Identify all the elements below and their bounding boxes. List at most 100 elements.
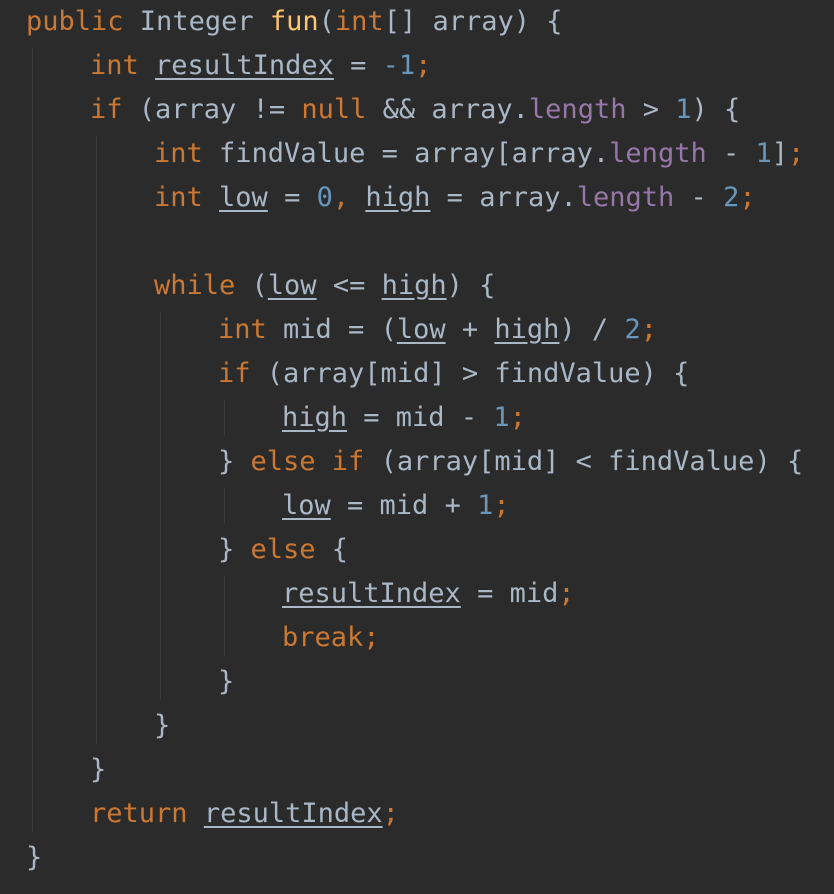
- code-line[interactable]: break;: [282, 616, 380, 660]
- code-token: if: [218, 358, 251, 389]
- code-token: int: [90, 50, 139, 81]
- code-line[interactable]: }: [154, 704, 170, 748]
- code-token: (: [318, 6, 335, 37]
- code-token: }: [218, 446, 251, 477]
- code-token: (array[mid] > findValue) {: [250, 358, 690, 389]
- code-token: <=: [316, 270, 382, 301]
- code-token: 2: [624, 314, 641, 345]
- code-token: && array.: [366, 94, 529, 125]
- code-line[interactable]: while (low <= high) {: [154, 264, 495, 308]
- code-line[interactable]: resultIndex = mid;: [282, 572, 575, 616]
- code-line[interactable]: if (array[mid] > findValue) {: [218, 352, 689, 396]
- code-token: mid = (: [266, 314, 397, 345]
- code-token: 1: [477, 490, 494, 521]
- code-line[interactable]: }: [90, 748, 106, 792]
- code-token: ,: [332, 182, 366, 213]
- code-token: -1: [382, 50, 416, 81]
- code-token: ) /: [559, 314, 625, 345]
- code-token: else if: [250, 446, 365, 477]
- code-token: public: [26, 6, 124, 37]
- code-line[interactable]: }: [218, 660, 234, 704]
- code-token: resultIndex: [203, 798, 383, 829]
- code-token: ;: [739, 182, 756, 213]
- code-token: resultIndex: [282, 578, 461, 609]
- code-token: length: [609, 138, 707, 169]
- code-token: }: [154, 710, 171, 741]
- code-token: 0: [316, 182, 333, 213]
- code-token: length: [576, 182, 675, 213]
- code-token: }: [218, 534, 251, 565]
- code-token: = mid +: [330, 490, 478, 521]
- code-token: fun: [269, 6, 319, 37]
- code-token: resultIndex: [155, 50, 334, 81]
- code-token: low: [219, 182, 268, 213]
- code-token: int: [218, 314, 267, 345]
- code-token: 1: [675, 94, 692, 125]
- code-token: ) {: [691, 94, 741, 125]
- code-token: =: [333, 50, 383, 81]
- code-token: ;: [493, 490, 510, 521]
- code-token: length: [528, 94, 627, 125]
- code-token: ;: [788, 138, 805, 169]
- code-token: [] array) {: [383, 6, 563, 37]
- code-token: findValue = array[array.: [202, 138, 610, 169]
- code-token: ;: [382, 798, 399, 829]
- code-line[interactable]: low = mid + 1;: [282, 484, 510, 528]
- code-token: Integer: [123, 6, 270, 37]
- code-token: break: [282, 622, 364, 653]
- code-editor[interactable]: public Integer fun(int[] array) {int res…: [0, 0, 834, 894]
- code-token: +: [445, 314, 495, 345]
- code-token: high: [282, 402, 348, 433]
- code-token: =: [267, 182, 317, 213]
- code-line[interactable]: public Integer fun(int[] array) {: [26, 0, 563, 44]
- code-token: (array !=: [122, 94, 302, 125]
- code-token: int: [154, 138, 203, 169]
- code-token: int: [154, 182, 203, 213]
- code-token: if: [90, 94, 123, 125]
- code-token: -: [706, 138, 756, 169]
- code-token: 1: [493, 402, 510, 433]
- code-line[interactable]: int resultIndex = -1;: [90, 44, 431, 88]
- code-token: (: [235, 270, 268, 301]
- indent-guide-line: [224, 488, 225, 524]
- code-token: ;: [640, 314, 657, 345]
- code-token: else: [250, 534, 316, 565]
- code-token: ]: [771, 138, 789, 169]
- code-token: high: [381, 270, 447, 301]
- code-token: high: [494, 314, 560, 345]
- code-token: ;: [415, 50, 432, 81]
- code-token: }: [90, 754, 107, 785]
- code-token: >: [626, 94, 676, 125]
- code-line[interactable]: int mid = (low + high) / 2;: [218, 308, 657, 352]
- code-line[interactable]: int low = 0, high = array.length - 2;: [154, 176, 756, 220]
- code-token: null: [301, 94, 367, 125]
- code-line[interactable]: } else {: [218, 528, 348, 572]
- code-token: while: [154, 270, 236, 301]
- code-token: 1: [755, 138, 772, 169]
- indent-guide-line: [96, 136, 97, 744]
- code-token: 2: [723, 182, 740, 213]
- code-token: high: [365, 182, 431, 213]
- code-token: = mid -: [347, 402, 494, 433]
- indent-guide-line: [160, 312, 161, 700]
- code-token: ;: [509, 402, 526, 433]
- code-token: low: [267, 270, 317, 301]
- code-token: = mid: [460, 578, 559, 609]
- code-token: = array.: [430, 182, 577, 213]
- code-line[interactable]: if (array != null && array.length > 1) {: [90, 88, 740, 132]
- code-line[interactable]: int findValue = array[array.length - 1];: [154, 132, 804, 176]
- code-token: low: [396, 314, 446, 345]
- code-token: ;: [363, 622, 380, 653]
- code-token: {: [315, 534, 349, 565]
- code-line[interactable]: } else if (array[mid] < findValue) {: [218, 440, 803, 484]
- code-line[interactable]: }: [26, 836, 42, 880]
- code-token: int: [334, 6, 384, 37]
- code-token: -: [674, 182, 724, 213]
- code-line[interactable]: high = mid - 1;: [282, 396, 526, 440]
- code-token: ;: [558, 578, 575, 609]
- code-token: return: [90, 798, 188, 829]
- code-line[interactable]: return resultIndex;: [90, 792, 399, 836]
- code-token: ) {: [446, 270, 496, 301]
